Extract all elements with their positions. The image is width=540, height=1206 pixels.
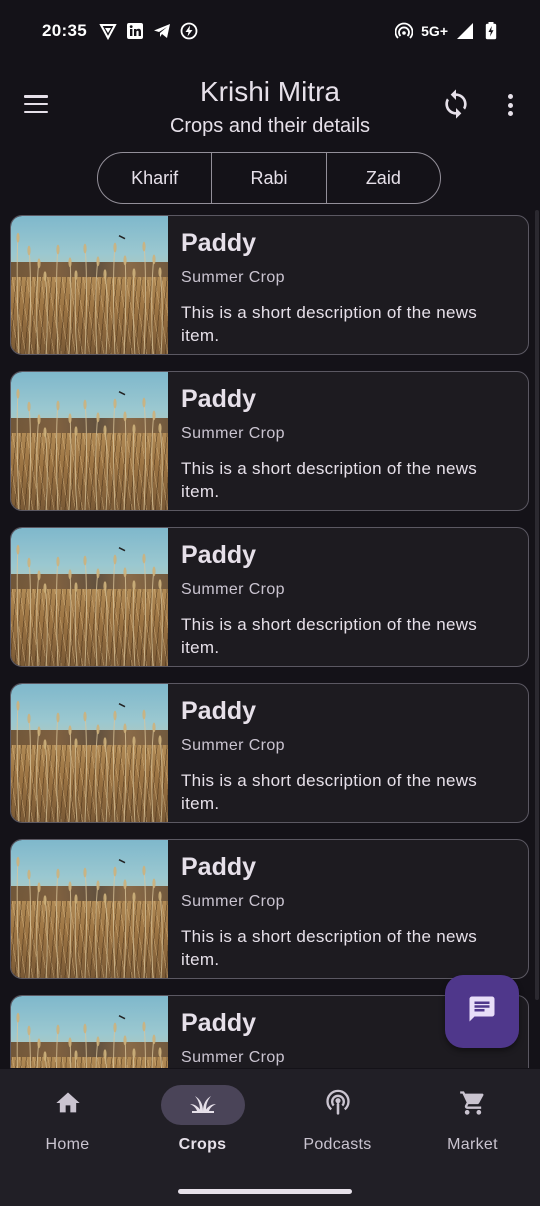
battery-icon xyxy=(482,22,500,40)
crop-name: Paddy xyxy=(181,697,257,725)
nav-crops-label: Crops xyxy=(178,1136,227,1153)
chat-icon xyxy=(467,994,497,1029)
nav-market[interactable]: Market xyxy=(405,1085,540,1165)
network-type: 5G+ xyxy=(421,23,448,39)
crop-card[interactable]: Paddy Summer Crop This is a short descript… xyxy=(10,371,529,511)
bottom-navigation: Home Crops Podcasts Market xyxy=(0,1069,540,1206)
crop-image xyxy=(11,372,168,510)
crop-season: Summer Crop xyxy=(181,737,285,754)
crop-image xyxy=(11,216,168,354)
segment-rabi[interactable]: Rabi xyxy=(211,153,325,203)
crop-name: Paddy xyxy=(181,853,257,881)
status-time: 20:35 xyxy=(42,21,87,40)
nav-home[interactable]: Home xyxy=(0,1085,135,1165)
crop-image xyxy=(11,528,168,666)
crop-description: This is a short description of the news … xyxy=(181,615,478,657)
crop-image xyxy=(11,840,168,978)
chat-fab-button[interactable] xyxy=(445,975,519,1048)
season-segmented-control: Kharif Rabi Zaid xyxy=(97,152,441,204)
crop-card[interactable]: Paddy Summer Crop This is a short descript… xyxy=(10,215,529,355)
segment-zaid[interactable]: Zaid xyxy=(325,153,440,203)
scrollbar[interactable] xyxy=(535,210,539,1000)
signal-icon xyxy=(456,22,474,40)
vpn-icon xyxy=(99,22,117,40)
linkedin-icon xyxy=(126,22,144,40)
crop-season: Summer Crop xyxy=(181,581,285,598)
crop-name: Paddy xyxy=(181,229,257,257)
nav-podcasts-label: Podcasts xyxy=(303,1136,372,1153)
bolt-icon xyxy=(180,22,198,40)
crop-card[interactable]: Paddy Summer Crop This is a short descript… xyxy=(10,527,529,667)
crop-description: This is a short description of the news … xyxy=(181,303,478,345)
nav-crops[interactable]: Crops xyxy=(135,1085,270,1165)
crop-season: Summer Crop xyxy=(181,425,285,442)
cart-icon xyxy=(459,1089,487,1122)
more-vert-icon[interactable] xyxy=(500,90,520,120)
crop-description: This is a short description of the news … xyxy=(181,927,478,969)
podcasts-icon xyxy=(324,1089,352,1122)
crop-image xyxy=(11,684,168,822)
gesture-handle[interactable] xyxy=(178,1189,352,1194)
nav-home-label: Home xyxy=(45,1136,90,1153)
crop-card[interactable]: Paddy Summer Crop This is a short descript… xyxy=(10,683,529,823)
crop-card[interactable]: Paddy Summer Crop This is a short descript… xyxy=(10,839,529,979)
segment-kharif[interactable]: Kharif xyxy=(98,153,211,203)
crop-list: Paddy Summer Crop This is a short descript… xyxy=(10,215,530,1068)
hotspot-icon xyxy=(395,22,414,40)
telegram-icon xyxy=(153,22,171,40)
home-icon xyxy=(54,1089,82,1122)
crops-icon xyxy=(188,1091,218,1120)
crop-season: Summer Crop xyxy=(181,269,285,286)
crop-description: This is a short description of the news … xyxy=(181,459,478,501)
sync-icon[interactable] xyxy=(440,88,472,120)
crop-season: Summer Crop xyxy=(181,1049,285,1066)
crop-description: This is a short description of the news … xyxy=(181,771,478,813)
status-bar: 20:35 5G+ xyxy=(0,0,540,62)
nav-podcasts[interactable]: Podcasts xyxy=(270,1085,405,1165)
nav-market-label: Market xyxy=(447,1136,498,1153)
crop-image xyxy=(11,996,168,1068)
crop-name: Paddy xyxy=(181,541,257,569)
crop-name: Paddy xyxy=(181,385,257,413)
top-app-bar: Krishi Mitra Crops and their details xyxy=(0,62,540,148)
crop-season: Summer Crop xyxy=(181,893,285,910)
